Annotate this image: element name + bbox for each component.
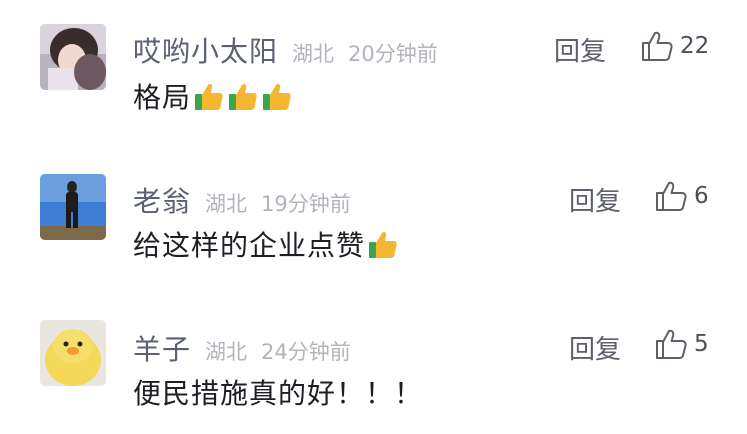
- avatar[interactable]: [40, 320, 106, 386]
- timestamp: 24分钟前: [261, 340, 351, 364]
- comment-text: 格局: [133, 81, 192, 114]
- thumbs-up-outline-icon: [642, 31, 673, 61]
- reply-button[interactable]: 回复: [569, 181, 621, 218]
- like-count: 5: [694, 331, 709, 357]
- avatar-image-girl: [40, 24, 106, 90]
- comment-meta: 哎哟小太阳 湖北 20分钟前: [133, 30, 438, 70]
- comment-meta: 老翁 湖北 19分钟前: [133, 180, 351, 220]
- username[interactable]: 羊子: [133, 328, 191, 368]
- timestamp: 20分钟前: [348, 42, 438, 66]
- comment-body: 格局: [133, 76, 293, 116]
- thumbs-up-emoji-icon: [227, 80, 259, 112]
- comment-body: 给这样的企业点赞: [133, 224, 399, 264]
- comment-item: 哎哟小太阳 湖北 20分钟前 回复 22 格局: [0, 0, 747, 140]
- like-count: 22: [680, 33, 710, 59]
- avatar-image-person: [40, 174, 106, 240]
- location-label: 湖北: [292, 42, 335, 66]
- thumbs-up-outline-icon: [656, 329, 687, 359]
- comment-text: 便民措施真的好！！！: [133, 377, 424, 410]
- location-label: 湖北: [205, 192, 248, 216]
- avatar[interactable]: [40, 24, 106, 90]
- like-button[interactable]: 6: [654, 179, 709, 213]
- location-label: 湖北: [205, 340, 248, 364]
- thumbs-up-emoji-icon: [193, 80, 225, 112]
- reply-button[interactable]: 回复: [554, 31, 606, 68]
- reply-button[interactable]: 回复: [569, 329, 621, 366]
- avatar-image-chick: [40, 320, 106, 386]
- thumbs-up-outline-icon: [656, 181, 687, 211]
- like-button[interactable]: 5: [654, 327, 709, 361]
- like-button[interactable]: 22: [640, 29, 709, 63]
- comment-item: 羊子 湖北 24分钟前 回复 5 便民措施真的好！！！: [0, 294, 747, 434]
- comment-text: 给这样的企业点赞: [133, 229, 366, 262]
- thumbs-up-emoji-icon: [261, 80, 293, 112]
- comment-meta: 羊子 湖北 24分钟前: [133, 328, 351, 368]
- thumbs-up-emoji-icon: [367, 228, 399, 260]
- username[interactable]: 老翁: [133, 180, 191, 220]
- comment-body: 便民措施真的好！！！: [133, 372, 423, 412]
- timestamp: 19分钟前: [261, 192, 351, 216]
- comment-item: 老翁 湖北 19分钟前 回复 6 给这样的企业点赞: [0, 148, 747, 288]
- avatar[interactable]: [40, 174, 106, 240]
- username[interactable]: 哎哟小太阳: [133, 30, 278, 70]
- like-count: 6: [694, 183, 709, 209]
